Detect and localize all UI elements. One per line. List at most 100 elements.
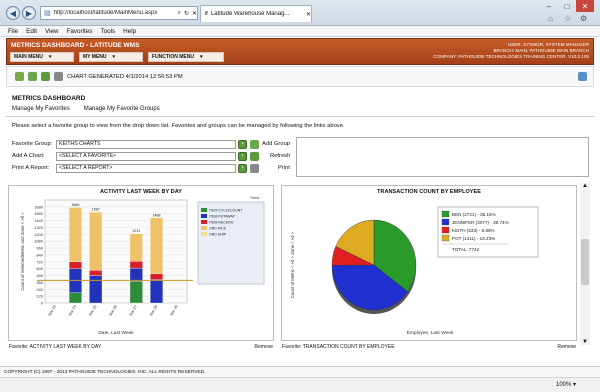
y-axis-label: Count of Metric < All > Zone < All > [290,231,295,298]
refresh-button[interactable]: Refresh [250,151,290,161]
bar-segment[interactable] [68,207,82,262]
print-report-row: Print A Report: <SELECT A REPORT> › [12,163,247,173]
bar-segment[interactable] [150,217,164,274]
zoom-text: 100% [556,382,572,388]
maximize-icon[interactable]: □ [558,0,576,12]
add-icon[interactable] [28,72,37,81]
home-icon[interactable]: ⌂ [548,14,553,23]
email-icon[interactable] [578,72,587,81]
menu-file[interactable]: File [8,28,18,35]
back-icon[interactable]: ◀ [6,6,20,20]
go-icon[interactable]: › [238,163,247,173]
legend-label: ITEM PUTAWAY [209,215,236,219]
print-button[interactable]: Print [250,163,290,173]
bar-segment[interactable] [129,281,143,304]
legend-swatch [441,210,450,218]
bar-segment[interactable] [89,275,103,304]
go-icon[interactable]: › [238,151,247,161]
x-tick-label: Mar 29 [169,305,178,317]
close-icon[interactable]: ✕ [576,0,594,12]
favorites-star-icon[interactable]: ☆ [564,14,571,23]
bar-segment[interactable] [150,273,164,280]
remove-link[interactable]: Remove [557,344,576,350]
bar-segment[interactable] [68,292,82,304]
y-tick-label: 1320 [34,225,44,230]
bar-total-label: 1488 [153,213,161,217]
search-icon[interactable]: ⌕ [178,10,181,17]
chevron-down-icon: ▾ [112,54,116,60]
page-scrollbar[interactable]: ▲ ▼ [580,183,590,345]
menu-help[interactable]: Help [123,28,136,35]
pie-chart: Count of Metric < All > Zone < All > Empl… [290,206,539,336]
go-icon[interactable]: › [238,139,247,149]
browser-tab[interactable]: ℓ Latitude Warehouse Manag... ✕ [200,5,312,22]
y-tick-label: 240 [36,287,43,292]
favorite-group-label: Favorite Group: [12,141,53,147]
menu-view[interactable]: View [45,28,59,35]
print-icon[interactable] [54,72,63,81]
function-menu-button[interactable]: FUNCTION MENU ▾ [148,52,224,62]
manage-favorites-link[interactable]: Manage My Favorites [12,106,70,112]
zoom-level[interactable]: 100% ▾ [556,381,576,388]
bar-segment[interactable] [68,261,82,269]
stop-icon[interactable]: ✕ [192,10,197,17]
legend-swatch [201,208,207,212]
chart-generated-text: CHART GENERATED 4/1/2014 12:56:53 PM [67,73,183,80]
address-bar[interactable]: ▤ http://localhost/latitude/MainMenu.asp… [40,6,198,20]
scrollbar-thumb[interactable] [581,239,589,285]
main-menu-button[interactable]: MAIN MENU ▾ [10,52,74,62]
remove-link[interactable]: Remove [254,344,273,350]
gear-icon[interactable]: ⚙ [580,14,587,23]
chevron-down-icon: ▾ [199,54,203,60]
menu-favorites[interactable]: Favorites [67,28,93,35]
refresh-label: Refresh [270,153,291,159]
legend-label: ORD SHIP [209,233,227,237]
forward-icon[interactable]: ▶ [22,6,36,20]
print-report-select[interactable]: <SELECT A REPORT> [56,163,236,173]
my-menu-button[interactable]: MY MENU ▾ [79,52,143,62]
minimize-icon[interactable]: – [540,0,558,12]
app-title: METRICS DASHBOARD - LATITUDE WMS [11,42,140,49]
legend-total: TOTAL: 7742 [452,247,480,252]
bar-segment[interactable] [150,279,164,304]
divider [6,116,594,117]
transaction-chart-panel: TRANSACTION COUNT BY EMPLOYEE Count of M… [281,185,577,350]
menu-tools[interactable]: Tools [100,28,115,35]
favorite-group-select[interactable]: KEITHS CHARTS [56,139,236,149]
manage-favorite-groups-link[interactable]: Manage My Favorite Groups [84,106,160,112]
tab-close-icon[interactable]: ✕ [306,11,311,18]
bar-chart: 0120240360480600720840960108012001320144… [20,196,265,336]
scroll-up-icon[interactable]: ▲ [580,183,590,189]
copyright-bar: COPYRIGHT (C) 1997 - 2013 PATHGUIDE TECH… [0,366,600,377]
notes-box[interactable] [296,137,589,177]
add-chart-row: Add A Chart: <SELECT A FAVORITE> › [12,151,247,161]
bar-segment[interactable] [89,270,103,276]
bar-segment[interactable] [129,261,143,269]
y-axis-label: Count of SelectedMetric and Zone < All > [20,212,25,291]
tab-title: Latitude Warehouse Manag... [210,11,290,17]
add-chart-select[interactable]: <SELECT A FAVORITE> [56,151,236,161]
bar-segment[interactable] [89,212,103,271]
x-tick-label: Mar 25 [88,305,97,317]
legend-swatch [441,234,450,242]
refresh-icon[interactable] [41,72,50,81]
browser-status-bar: 100% ▾ [0,377,600,392]
panel-footer: Favorite: TRANSACTION COUNT BY EMPLOYEE … [282,344,576,350]
legend-swatch [441,226,450,234]
bar-segment[interactable] [129,233,143,262]
add-group-button[interactable]: Add Group [250,139,290,149]
bar-total-label: 1669 [71,203,79,207]
x-axis-label: Date, Last Week [98,330,134,336]
y-tick-label: 840 [36,252,43,257]
refresh-icon[interactable]: ↻ [184,10,189,17]
collapse-icon[interactable] [15,72,24,81]
y-tick-label: 600 [36,266,43,271]
bar-segment[interactable] [129,267,143,282]
legend-swatch [201,226,207,230]
menu-edit[interactable]: Edit [26,28,37,35]
favorite-footer-text: Favorite: ACTIVITY LAST WEEK BY DAY [9,344,102,350]
browser-menubar: File Edit View Favorites Tools Help [0,26,600,37]
scroll-down-icon[interactable]: ▼ [580,339,590,345]
x-tick-label: Mar 23 [48,305,57,317]
add-chart-label: Add A Chart: [12,153,45,159]
